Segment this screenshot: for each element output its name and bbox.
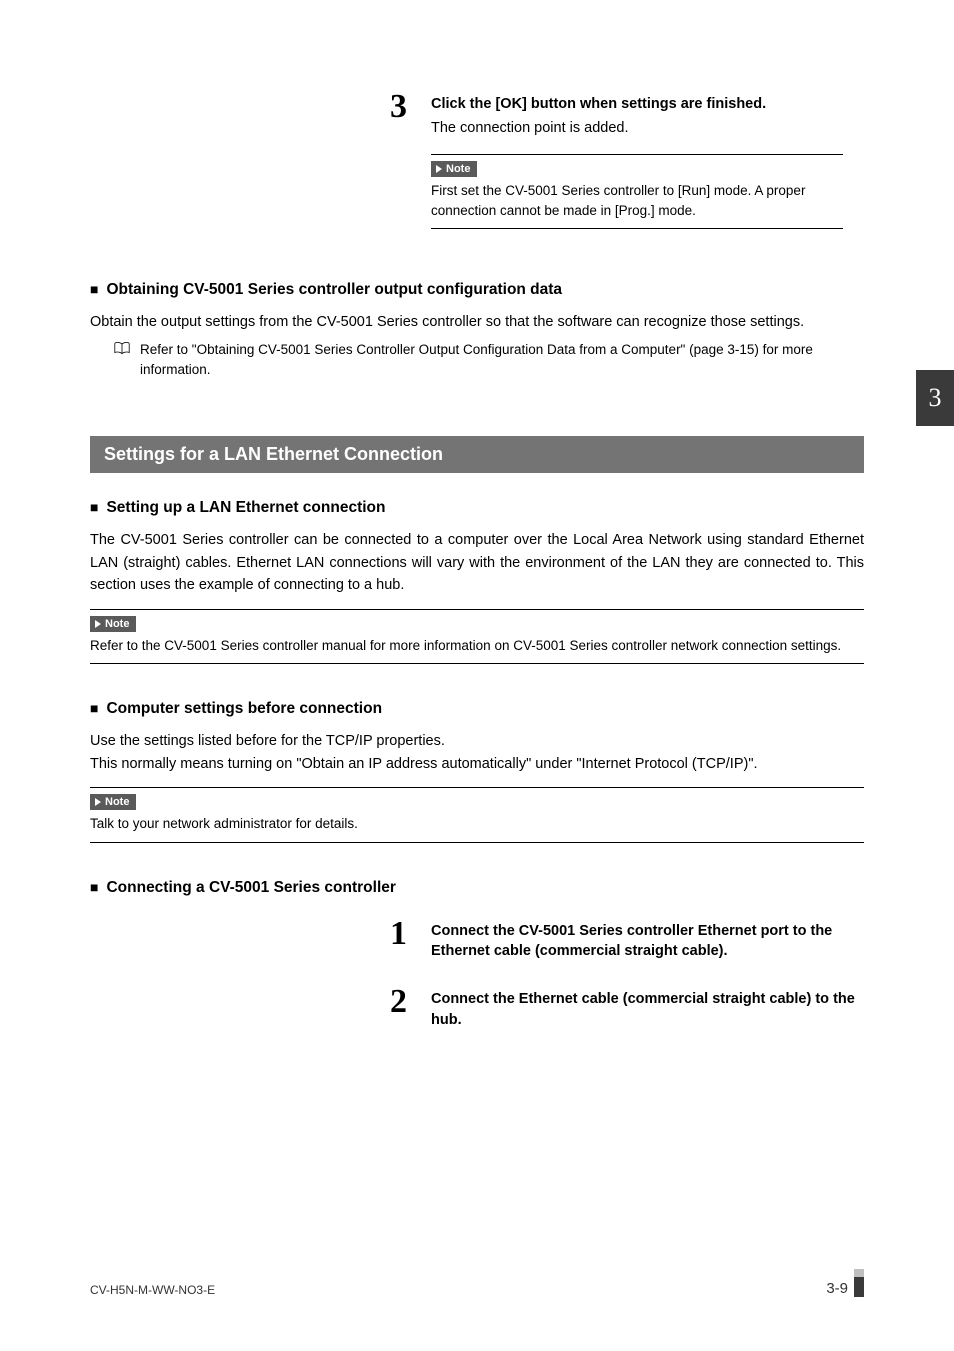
step-row: 2 Connect the Ethernet cable (commercial… <box>385 985 864 1034</box>
section-heading: Settings for a LAN Ethernet Connection <box>90 436 864 473</box>
step-number: 1 <box>385 917 407 951</box>
subsection-computer-settings: ■ Computer settings before connection <box>90 700 864 718</box>
body-text: The CV-5001 Series controller can be con… <box>90 529 864 596</box>
note-box: Note Refer to the CV-5001 Series control… <box>90 609 864 665</box>
caret-right-icon <box>436 165 442 173</box>
square-marker-icon: ■ <box>90 879 98 895</box>
footer-right: 3-9 <box>826 1269 864 1297</box>
step-3: 3 Click the [OK] button when settings ar… <box>385 90 864 229</box>
reference-line: Refer to "Obtaining CV-5001 Series Contr… <box>90 340 864 381</box>
note-box: Note Talk to your network administrator … <box>90 787 864 843</box>
step-1: 1 Connect the CV-5001 Series controller … <box>385 917 864 966</box>
subsection-obtaining: ■ Obtaining CV-5001 Series controller ou… <box>90 281 864 299</box>
subsection-title: Setting up a LAN Ethernet connection <box>106 499 385 517</box>
step-2: 2 Connect the Ethernet cable (commercial… <box>385 985 864 1034</box>
step-row: 1 Connect the CV-5001 Series controller … <box>385 917 864 966</box>
step-body: Click the [OK] button when settings are … <box>431 90 864 229</box>
chapter-tab: 3 <box>916 370 954 426</box>
subsection-title: Computer settings before connection <box>106 700 382 718</box>
subsection-connecting: ■ Connecting a CV-5001 Series controller <box>90 879 864 897</box>
square-marker-icon: ■ <box>90 499 98 515</box>
step-row: 3 Click the [OK] button when settings ar… <box>385 90 864 229</box>
step-body: Connect the Ethernet cable (commercial s… <box>431 985 864 1034</box>
subsection-title: Connecting a CV-5001 Series controller <box>106 879 395 897</box>
step-title: Click the [OK] button when settings are … <box>431 94 864 114</box>
note-label: Note <box>446 163 470 175</box>
reference-text: Refer to "Obtaining CV-5001 Series Contr… <box>140 340 864 381</box>
body-text: Use the settings listed before for the T… <box>90 730 864 752</box>
note-text: Refer to the CV-5001 Series controller m… <box>90 636 864 656</box>
note-text: First set the CV-5001 Series controller … <box>431 181 843 220</box>
caret-right-icon <box>95 620 101 628</box>
note-box: Note First set the CV-5001 Series contro… <box>431 154 843 229</box>
note-text: Talk to your network administrator for d… <box>90 814 864 834</box>
step-number: 3 <box>385 90 407 124</box>
body-text: Obtain the output settings from the CV-5… <box>90 311 864 333</box>
subsection-title: Obtaining CV-5001 Series controller outp… <box>106 281 562 299</box>
footer-mark-icon <box>854 1269 864 1297</box>
body-text: This normally means turning on "Obtain a… <box>90 753 864 775</box>
document-id: CV-H5N-M-WW-NO3-E <box>90 1283 215 1297</box>
note-badge: Note <box>90 794 136 810</box>
step-text: The connection point is added. <box>431 118 864 140</box>
note-badge: Note <box>431 161 477 177</box>
note-label: Note <box>105 796 129 808</box>
step-title: Connect the CV-5001 Series controller Et… <box>431 921 864 962</box>
page-footer: CV-H5N-M-WW-NO3-E 3-9 <box>90 1269 864 1297</box>
book-icon <box>114 342 130 355</box>
caret-right-icon <box>95 798 101 806</box>
square-marker-icon: ■ <box>90 700 98 716</box>
note-label: Note <box>105 618 129 630</box>
subsection-lan-setup: ■ Setting up a LAN Ethernet connection <box>90 499 864 517</box>
page-number: 3-9 <box>826 1280 848 1297</box>
step-body: Connect the CV-5001 Series controller Et… <box>431 917 864 966</box>
step-number: 2 <box>385 985 407 1019</box>
step-title: Connect the Ethernet cable (commercial s… <box>431 989 864 1030</box>
square-marker-icon: ■ <box>90 281 98 297</box>
page-content: 3 Click the [OK] button when settings ar… <box>90 90 864 1034</box>
note-badge: Note <box>90 616 136 632</box>
